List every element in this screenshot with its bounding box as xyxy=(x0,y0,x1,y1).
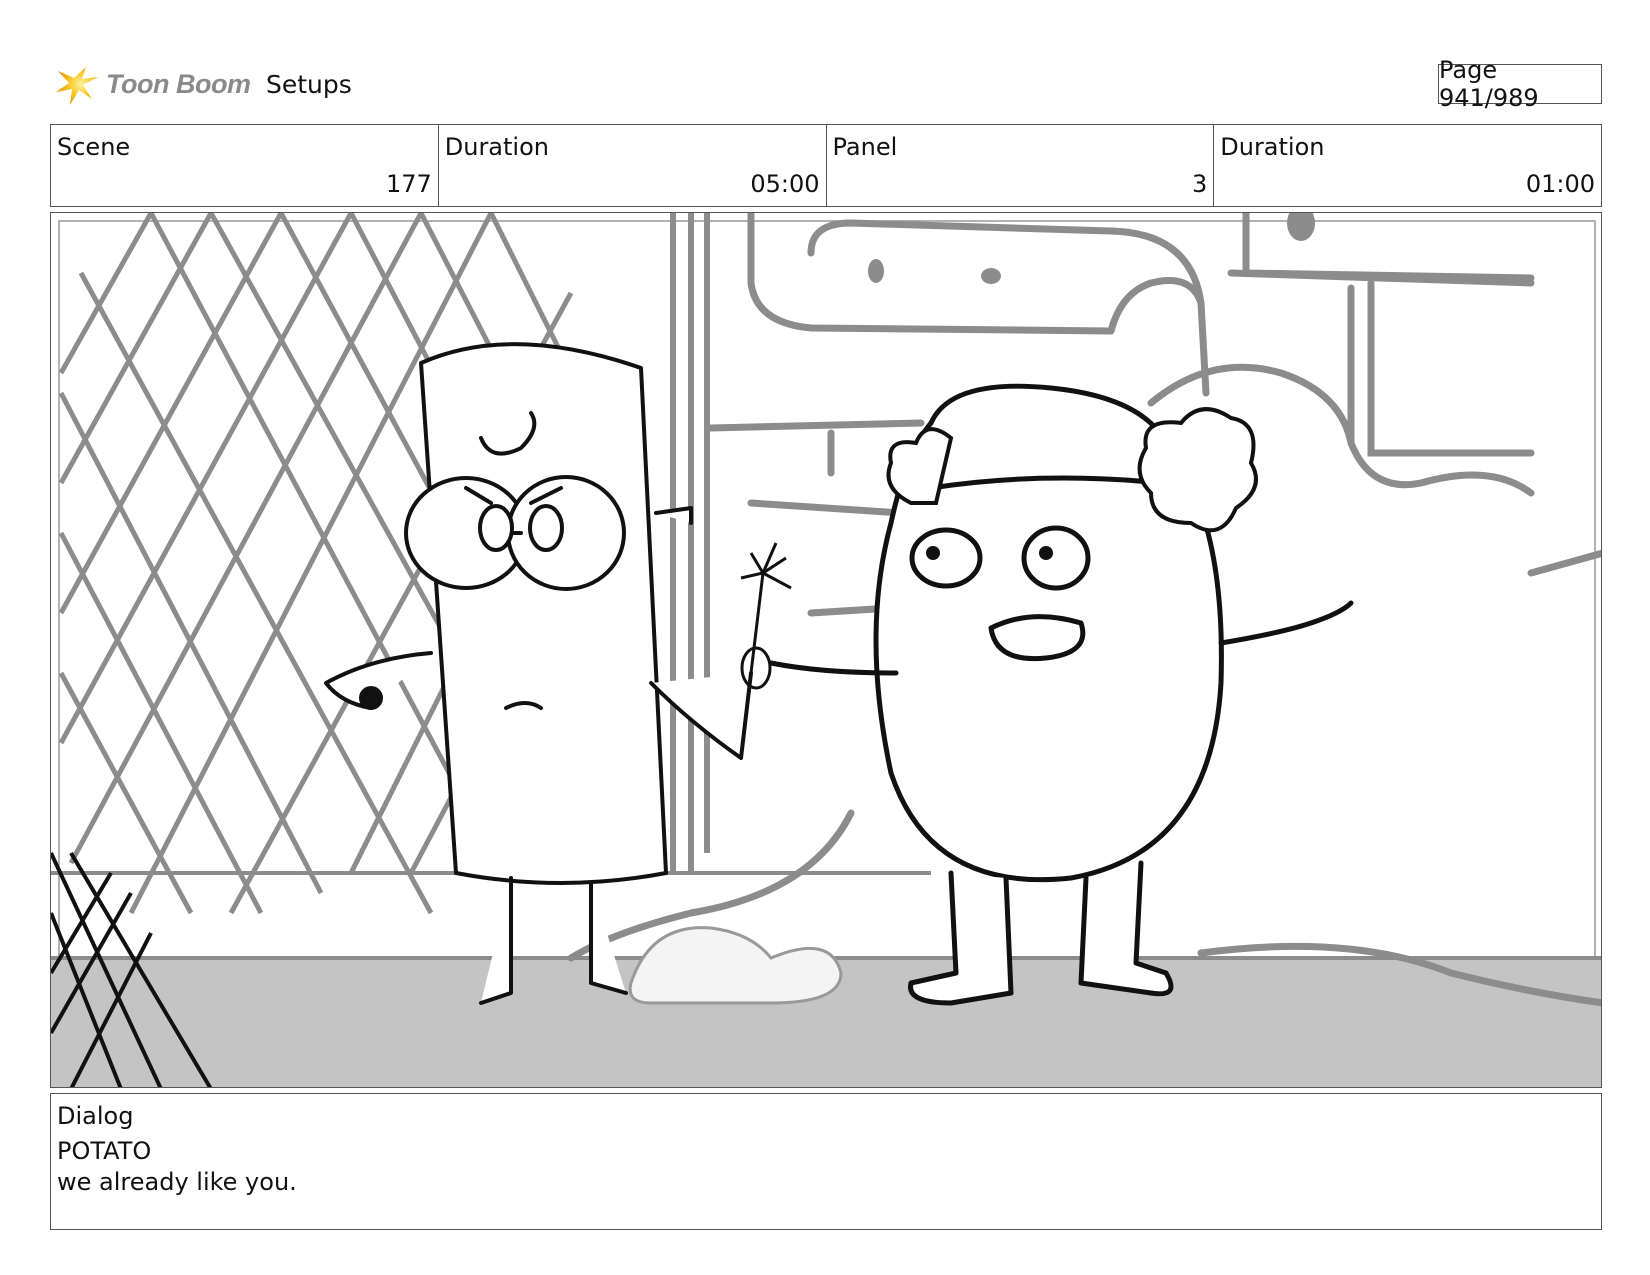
panel-duration-value: 01:00 xyxy=(1525,170,1595,198)
section-title: Setups xyxy=(266,70,352,99)
panel-duration-cell: Duration 01:00 xyxy=(1214,125,1601,206)
panel-value: 3 xyxy=(1191,170,1208,198)
panel-duration-label: Duration xyxy=(1220,133,1325,161)
scene-duration-cell: Duration 05:00 xyxy=(439,125,827,206)
storyboard-panel-image xyxy=(50,212,1602,1088)
logo-wordmark: Toon Boom xyxy=(106,68,251,99)
dialog-speaker: POTATO xyxy=(57,1137,152,1165)
dialog-line: we already like you. xyxy=(57,1168,297,1196)
panel-cell: Panel 3 xyxy=(827,125,1215,206)
dialog-box: Dialog POTATO we already like you. xyxy=(50,1093,1602,1230)
logo-star-icon xyxy=(56,67,98,105)
scene-cell: Scene 177 xyxy=(51,125,439,206)
toon-boom-logo: Toon Boom xyxy=(52,58,251,110)
scene-duration-value: 05:00 xyxy=(750,170,820,198)
dialog-label: Dialog xyxy=(57,1102,134,1130)
scene-label: Scene xyxy=(57,133,131,161)
panel-info-table: Scene 177 Duration 05:00 Panel 3 Duratio… xyxy=(50,124,1602,207)
page-indicator: Page 941/989 xyxy=(1438,56,1602,112)
scene-duration-label: Duration xyxy=(444,133,549,161)
panel-label: Panel xyxy=(832,133,898,161)
scene-value: 177 xyxy=(385,170,432,198)
sketch-drawing xyxy=(51,213,1601,1087)
